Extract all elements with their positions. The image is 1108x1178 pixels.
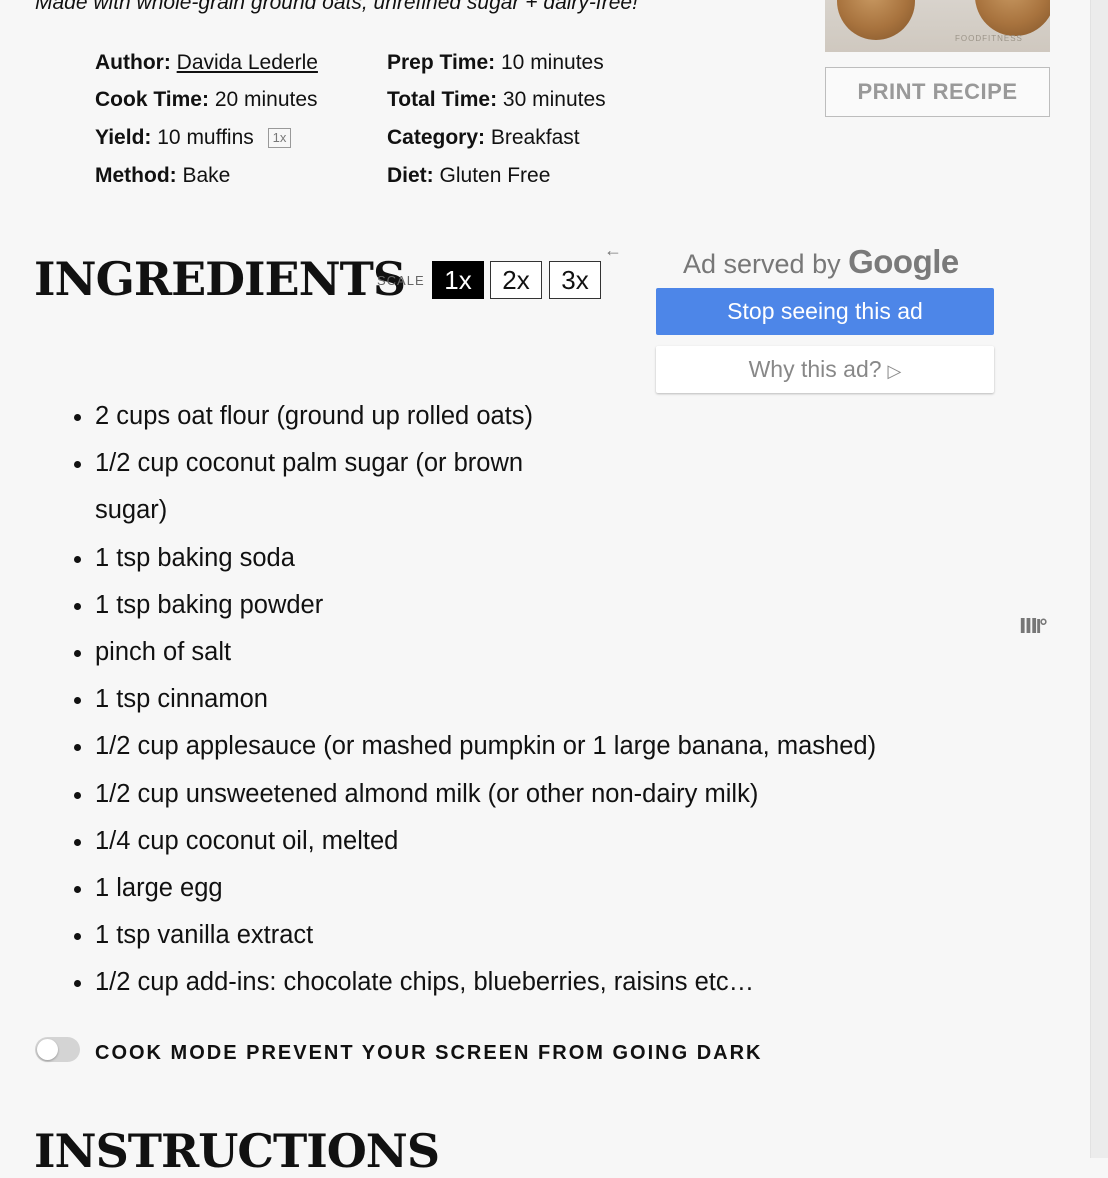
ingredient-item: 1 tsp vanilla extract bbox=[95, 912, 975, 959]
adchoices-icon: ▷ bbox=[887, 361, 902, 381]
ingredient-item: 1/4 cup coconut oil, melted bbox=[95, 818, 975, 865]
prep-time-label: Prep Time: bbox=[387, 51, 496, 74]
why-this-ad-label: Why this ad? bbox=[748, 356, 882, 382]
meta-diet: Diet: Gluten Free bbox=[387, 165, 550, 186]
ingredient-item: 1/2 cup unsweetened almond milk (or othe… bbox=[95, 771, 975, 818]
recipe-description: Made with whole-grain ground oats, unref… bbox=[35, 0, 638, 14]
cook-mode-title: COOK MODE bbox=[95, 1042, 239, 1064]
instructions-heading: INSTRUCTIONS bbox=[34, 1124, 440, 1178]
ingredient-item: 1 tsp cinnamon bbox=[95, 676, 975, 723]
scale-2x-button[interactable]: 2x bbox=[490, 261, 542, 299]
method-label: Method: bbox=[95, 164, 177, 187]
category-label: Category: bbox=[387, 126, 486, 149]
ad-served-by: Ad served by Google bbox=[683, 243, 959, 281]
author-label: Author: bbox=[95, 51, 171, 74]
print-recipe-button[interactable]: PRINT RECIPE bbox=[825, 67, 1050, 117]
total-time-value: 30 minutes bbox=[502, 88, 606, 111]
category-value: Breakfast bbox=[490, 126, 580, 149]
toggle-knob bbox=[37, 1039, 58, 1060]
ingredients-list: 2 cups oat flour (ground up rolled oats)… bbox=[55, 393, 975, 1007]
google-logo: Google bbox=[848, 243, 959, 280]
meta-category: Category: Breakfast bbox=[387, 127, 580, 148]
diet-label: Diet: bbox=[387, 164, 434, 187]
ingredient-item: 1 tsp baking soda bbox=[95, 535, 975, 582]
meta-method: Method: Bake bbox=[95, 165, 230, 186]
yield-value: 10 muffins bbox=[157, 126, 254, 149]
scale-label: SCALE bbox=[377, 273, 425, 288]
stop-seeing-ad-button[interactable]: Stop seeing this ad bbox=[656, 288, 994, 335]
ad-served-text: Ad served by bbox=[683, 249, 841, 279]
diet-value: Gluten Free bbox=[439, 164, 551, 187]
meta-total-time: Total Time: 30 minutes bbox=[387, 89, 606, 110]
cook-mode-description: PREVENT YOUR SCREEN FROM GOING DARK bbox=[246, 1042, 763, 1064]
author-link[interactable]: Davida Lederle bbox=[177, 51, 318, 74]
method-value: Bake bbox=[182, 164, 231, 187]
arrow-left-icon[interactable]: ← bbox=[604, 240, 622, 261]
image-watermark: FOODFITNESS bbox=[955, 34, 1023, 43]
meta-yield: Yield: 10 muffins 1x bbox=[95, 126, 292, 149]
total-time-label: Total Time: bbox=[387, 88, 498, 111]
ingredient-item: 1/2 cup applesauce (or mashed pumpkin or… bbox=[95, 723, 975, 770]
scale-1x-button[interactable]: 1x bbox=[432, 261, 484, 299]
ingredient-item: 1 large egg bbox=[95, 865, 975, 912]
why-this-ad-button[interactable]: Why this ad? ▷ bbox=[656, 346, 994, 393]
recipe-image: FOODFITNESS bbox=[825, 0, 1050, 52]
muffin-shape bbox=[837, 0, 915, 40]
yield-label: Yield: bbox=[95, 126, 152, 149]
ingredient-item: 1/2 cup coconut palm sugar (or brown sug… bbox=[95, 440, 565, 534]
prep-time-value: 10 minutes bbox=[501, 51, 604, 74]
scrollbar-track[interactable] bbox=[1090, 0, 1108, 1158]
ingredient-item: 1/2 cup add-ins: chocolate chips, bluebe… bbox=[95, 959, 975, 1006]
ingredient-item: 2 cups oat flour (ground up rolled oats) bbox=[95, 393, 975, 440]
cook-mode-label: COOK MODE PREVENT YOUR SCREEN FROM GOING… bbox=[95, 1042, 762, 1065]
cook-time-label: Cook Time: bbox=[95, 88, 209, 111]
meta-cook-time: Cook Time: 20 minutes bbox=[95, 89, 318, 110]
cook-time-value: 20 minutes bbox=[214, 88, 318, 111]
scale-3x-button[interactable]: 3x bbox=[549, 261, 601, 299]
ad-network-logo: ⅢI° bbox=[1019, 616, 1048, 638]
ingredients-heading: INGREDIENTS bbox=[34, 252, 406, 306]
ingredient-item: 1 tsp baking powder bbox=[95, 582, 975, 629]
ingredient-item: pinch of salt bbox=[95, 629, 975, 676]
yield-scale-badge: 1x bbox=[267, 128, 292, 148]
muffin-shape bbox=[975, 0, 1050, 36]
cook-mode-toggle[interactable] bbox=[35, 1037, 80, 1062]
meta-prep-time: Prep Time: 10 minutes bbox=[387, 52, 604, 73]
meta-author: Author: Davida Lederle bbox=[95, 52, 318, 73]
